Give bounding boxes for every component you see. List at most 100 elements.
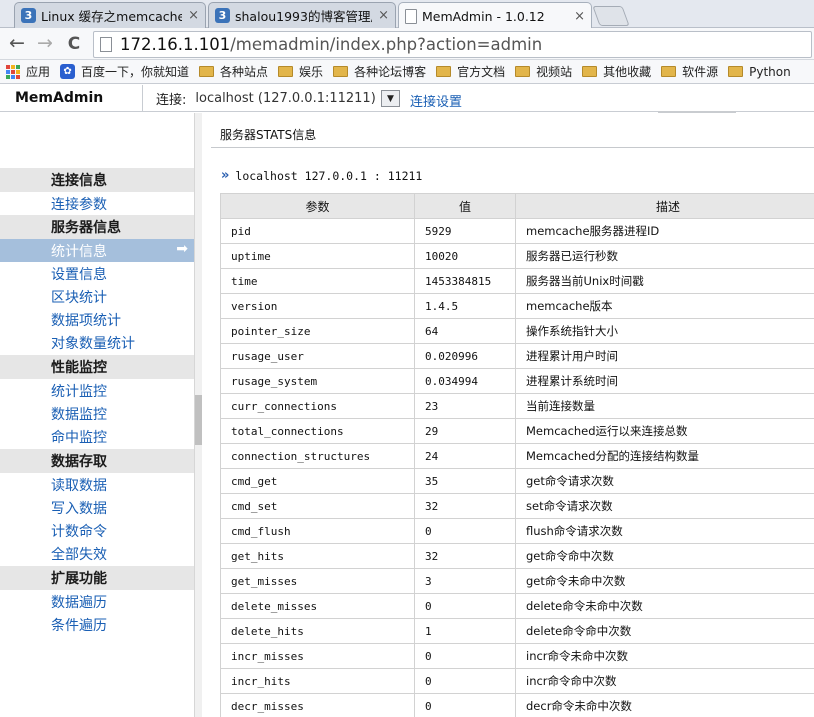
sidebar-item-write-data[interactable]: 写入数据 <box>0 496 194 519</box>
stat-value: 0 <box>414 668 516 694</box>
sidebar-item-settings[interactable]: 设置信息 <box>0 262 194 285</box>
arrow-right-icon: ➡ <box>176 241 188 257</box>
stat-description: get命令请求次数 <box>515 468 814 494</box>
stat-name: rusage_user <box>220 343 415 369</box>
tab-blog-admin[interactable]: 3 shalou1993的博客管理后 × <box>208 2 396 28</box>
bookmark-folder[interactable]: 软件源 <box>661 63 718 80</box>
sidebar-item-data-monitor[interactable]: 数据监控 <box>0 402 194 425</box>
table-row: pid 5929 memcache服务器进程ID <box>220 218 814 244</box>
stat-value: 3 <box>414 568 516 594</box>
stats-table: 参数 值 描述 pid 5929 memcache服务器进程ID uptime 1002… <box>220 193 814 717</box>
sidebar-item-flush-all[interactable]: 全部失效 <box>0 542 194 565</box>
stat-name: incr_misses <box>220 643 415 669</box>
stat-description: get命令命中次数 <box>515 543 814 569</box>
sidebar-item-read-data[interactable]: 读取数据 <box>0 473 194 496</box>
stat-name: connection_structures <box>220 443 415 469</box>
bookmark-label: 软件源 <box>682 65 719 79</box>
tab-title: Linux 缓存之memcached <box>41 9 183 24</box>
sidebar-item-stats-monitor[interactable]: 统计监控 <box>0 379 194 402</box>
tab-title: shalou1993的博客管理后 <box>235 9 373 24</box>
stat-name: delete_hits <box>220 618 415 644</box>
stat-name: get_misses <box>220 568 415 594</box>
sidebar-item-data-traverse[interactable]: 数据遍历 <box>0 590 194 613</box>
browser-toolbar: ← → C 172.16.1.101/memadmin/index.php?ac… <box>0 28 814 60</box>
stat-name: incr_hits <box>220 668 415 694</box>
bookmark-folder[interactable]: 各种站点 <box>199 63 268 80</box>
sidebar-item-slabs[interactable]: 区块统计 <box>0 285 194 308</box>
folder-icon <box>515 66 531 77</box>
stat-description: incr命令命中次数 <box>515 668 814 694</box>
chevron-down-icon[interactable]: ▼ <box>381 90 400 107</box>
sidebar-item-conditional-traverse[interactable]: 条件遍历 <box>0 613 194 636</box>
reload-icon[interactable]: C <box>63 34 85 54</box>
table-row: cmd_flush 0 flush命令请求次数 <box>220 518 814 544</box>
close-icon[interactable]: × <box>378 8 389 23</box>
new-tab-button[interactable] <box>592 6 630 26</box>
address-bar[interactable]: 172.16.1.101/memadmin/index.php?action=a… <box>93 31 812 58</box>
page-icon <box>100 37 112 52</box>
stat-name: uptime <box>220 243 415 269</box>
folder-icon <box>436 66 452 77</box>
bookmark-baidu[interactable]: ✿ 百度一下，你就知道 <box>60 63 189 80</box>
sidebar-item-object-count[interactable]: 对象数量统计 <box>0 331 194 354</box>
close-icon[interactable]: × <box>574 9 585 24</box>
bookmark-folder[interactable]: Python <box>728 65 791 79</box>
sidebar-section-monitor: 性能监控 <box>0 355 194 379</box>
stat-value: 10020 <box>414 243 516 269</box>
sidebar-item-connection-params[interactable]: 连接参数 <box>0 192 194 215</box>
sidebar-item-label: 统计信息 <box>51 243 107 260</box>
bookmark-folder[interactable]: 其他收藏 <box>582 63 651 80</box>
stat-name: time <box>220 268 415 294</box>
stat-name: decr_misses <box>220 693 415 717</box>
bookmark-label: 视频站 <box>536 65 573 79</box>
folder-icon <box>199 66 215 77</box>
back-arrow-icon[interactable]: ← <box>6 32 28 54</box>
table-row: get_hits 32 get命令命中次数 <box>220 543 814 569</box>
bookmark-folder[interactable]: 各种论坛博客 <box>333 63 426 80</box>
forward-arrow-icon[interactable]: → <box>34 32 56 54</box>
url-host: 172.16.1.101 <box>120 35 231 54</box>
close-icon[interactable]: × <box>188 8 199 23</box>
table-row: pointer_size 64 操作系统指针大小 <box>220 318 814 344</box>
table-row: delete_hits 1 delete命令命中次数 <box>220 618 814 644</box>
table-row: get_misses 3 get命令未命中次数 <box>220 568 814 594</box>
stat-value: 1 <box>414 618 516 644</box>
stat-value: 29 <box>414 418 516 444</box>
stat-value: 1.4.5 <box>414 293 516 319</box>
table-row: incr_misses 0 incr命令未命中次数 <box>220 643 814 669</box>
table-row: rusage_user 0.020996 进程累计用户时间 <box>220 343 814 369</box>
stat-name: cmd_flush <box>220 518 415 544</box>
app-header: MemAdmin 连接: localhost (127.0.0.1:11211)… <box>0 85 814 112</box>
stat-name: curr_connections <box>220 393 415 419</box>
sidebar-scrollbar[interactable] <box>194 113 202 717</box>
stat-description: memcache版本 <box>515 293 814 319</box>
sidebar-item-hit-monitor[interactable]: 命中监控 <box>0 425 194 448</box>
tab-linux-memcached[interactable]: 3 Linux 缓存之memcached × <box>14 2 206 28</box>
connection-select[interactable]: localhost (127.0.0.1:11211) <box>195 91 375 106</box>
stat-value: 23 <box>414 393 516 419</box>
stat-description: memcache服务器进程ID <box>515 218 814 244</box>
bookmark-folder[interactable]: 官方文档 <box>436 63 505 80</box>
sidebar-item-items[interactable]: 数据项统计 <box>0 308 194 331</box>
stat-value: 0 <box>414 693 516 717</box>
connection-label: 连接: <box>156 92 187 108</box>
bookmark-folder[interactable]: 视频站 <box>515 63 572 80</box>
bookmark-apps[interactable]: 应用 <box>6 63 50 80</box>
table-row: decr_misses 0 decr命令未命中次数 <box>220 693 814 717</box>
stat-description: delete命令未命中次数 <box>515 593 814 619</box>
table-row: cmd_get 35 get命令请求次数 <box>220 468 814 494</box>
scrollbar-thumb[interactable] <box>195 395 202 445</box>
bookmark-folder[interactable]: 娱乐 <box>278 63 323 80</box>
stat-description: Memcached分配的连接结构数量 <box>515 443 814 469</box>
sidebar-item-stats[interactable]: 统计信息 ➡ <box>0 239 194 262</box>
tab-memadmin[interactable]: MemAdmin - 1.0.12 × <box>398 2 592 29</box>
stat-description: decr命令未命中次数 <box>515 693 814 717</box>
stats-table-body: pid 5929 memcache服务器进程ID uptime 10020 服务器已运行秒… <box>220 218 814 717</box>
connection-settings-link[interactable]: 连接设置 <box>410 91 462 110</box>
stat-description: 服务器当前Unix时间戳 <box>515 268 814 294</box>
sidebar-item-counter-commands[interactable]: 计数命令 <box>0 519 194 542</box>
folder-icon <box>582 66 598 77</box>
bookmark-label: 应用 <box>26 65 51 79</box>
table-row: delete_misses 0 delete命令未命中次数 <box>220 593 814 619</box>
stat-value: 1453384815 <box>414 268 516 294</box>
